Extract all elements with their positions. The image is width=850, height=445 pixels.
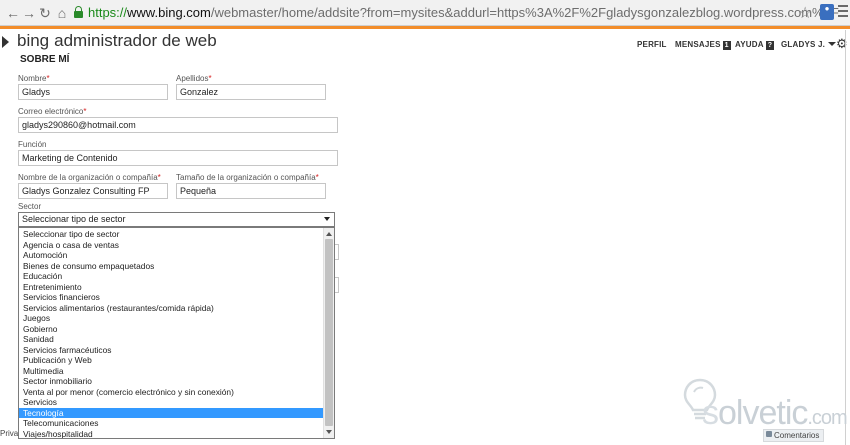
sector-option[interactable]: Servicios bbox=[19, 397, 324, 408]
comment-icon bbox=[766, 431, 772, 437]
feedback-button[interactable]: Comentarios bbox=[763, 429, 825, 442]
section-title: SOBRE MÍ bbox=[20, 54, 70, 65]
sector-label: Sector bbox=[18, 202, 42, 211]
sector-option[interactable]: Servicios alimentarios (restaurantes/com… bbox=[19, 303, 324, 314]
nav-ayuda[interactable]: AYUDA? bbox=[735, 40, 775, 52]
sector-option[interactable]: Educación bbox=[19, 271, 324, 282]
privacy-link[interactable]: Priva bbox=[0, 429, 18, 438]
sector-option[interactable]: Sanidad bbox=[19, 334, 324, 345]
correo-label: Correo electrónico* bbox=[18, 107, 87, 116]
nav-perfil[interactable]: PERFIL bbox=[637, 40, 667, 52]
extension-icon[interactable]: ● bbox=[820, 4, 834, 20]
browser-toolbar: ← → ↻ ⌂ https://www.bing.com/webmaster/h… bbox=[0, 0, 850, 26]
sector-option[interactable]: Gobierno bbox=[19, 324, 324, 335]
sector-option[interactable]: Viajes/hospitalidad bbox=[19, 429, 324, 439]
user-menu[interactable]: GLADYS J. bbox=[781, 40, 837, 52]
sector-option[interactable]: Juegos bbox=[19, 313, 324, 324]
help-icon: ? bbox=[765, 41, 775, 50]
sector-option[interactable]: Publicación y Web bbox=[19, 355, 324, 366]
sector-option[interactable]: Agencia o casa de ventas bbox=[19, 240, 324, 251]
address-bar[interactable]: https://www.bing.com/webmaster/home/adds… bbox=[88, 5, 839, 21]
sector-option[interactable]: Bienes de consumo empaquetados bbox=[19, 261, 324, 272]
organizacion-field[interactable]: Gladys Gonzalez Consulting FP bbox=[18, 183, 168, 199]
scrollbar[interactable] bbox=[323, 228, 334, 438]
sector-option[interactable]: Multimedia bbox=[19, 366, 324, 377]
sector-option[interactable]: Servicios financieros bbox=[19, 292, 324, 303]
scroll-up-icon[interactable] bbox=[326, 232, 332, 236]
sector-option[interactable]: Venta al por menor (comercio electrónico… bbox=[19, 387, 324, 398]
tamano-field[interactable]: Pequeña bbox=[176, 183, 326, 199]
sector-option[interactable]: Automoción bbox=[19, 250, 324, 261]
sector-options-list[interactable]: Seleccionar tipo de sector Agencia o casa… bbox=[18, 227, 335, 439]
funcion-label: Función bbox=[18, 140, 47, 149]
divider bbox=[845, 30, 846, 445]
site-logo[interactable]: bing administrador de web bbox=[17, 31, 217, 51]
sector-option[interactable]: Sector inmobiliario bbox=[19, 376, 324, 387]
organizacion-label: Nombre de la organización o compañía* bbox=[18, 173, 161, 182]
chevron-down-icon bbox=[828, 42, 837, 46]
scroll-down-icon[interactable] bbox=[326, 430, 332, 434]
email-field[interactable]: gladys290860@hotmail.com bbox=[18, 117, 338, 133]
reload-icon[interactable]: ↻ bbox=[36, 4, 54, 22]
bookmark-star-icon[interactable]: ☆ bbox=[798, 3, 812, 23]
sector-option[interactable]: Servicios farmacéuticos bbox=[19, 345, 324, 356]
funcion-field[interactable]: Marketing de Contenido bbox=[18, 150, 338, 166]
nombre-field[interactable]: Gladys bbox=[18, 84, 168, 100]
browser-menu-icon[interactable] bbox=[838, 5, 848, 20]
nav-mensajes[interactable]: MENSAJES 1 bbox=[675, 40, 731, 52]
tamano-label: Tamaño de la organización o compañía* bbox=[176, 173, 319, 182]
home-icon[interactable]: ⌂ bbox=[53, 4, 71, 22]
nombre-label: Nombre* bbox=[18, 74, 50, 83]
messages-count-badge: 1 bbox=[722, 41, 731, 50]
apellidos-label: Apellidos* bbox=[176, 74, 212, 83]
sector-option[interactable]: Tecnología bbox=[19, 407, 324, 418]
sector-option[interactable]: Telecomunicaciones bbox=[19, 418, 324, 429]
lock-icon bbox=[74, 6, 83, 18]
bing-chevron-icon bbox=[2, 36, 9, 48]
apellidos-field[interactable]: Gonzalez bbox=[176, 84, 326, 100]
chevron-down-icon bbox=[324, 217, 330, 221]
sector-option[interactable]: Seleccionar tipo de sector bbox=[19, 229, 324, 240]
sector-option[interactable]: Entretenimiento bbox=[19, 282, 324, 293]
sector-select[interactable]: Seleccionar tipo de sector bbox=[18, 212, 335, 227]
scroll-thumb[interactable] bbox=[325, 239, 333, 426]
accent-line bbox=[0, 26, 850, 29]
